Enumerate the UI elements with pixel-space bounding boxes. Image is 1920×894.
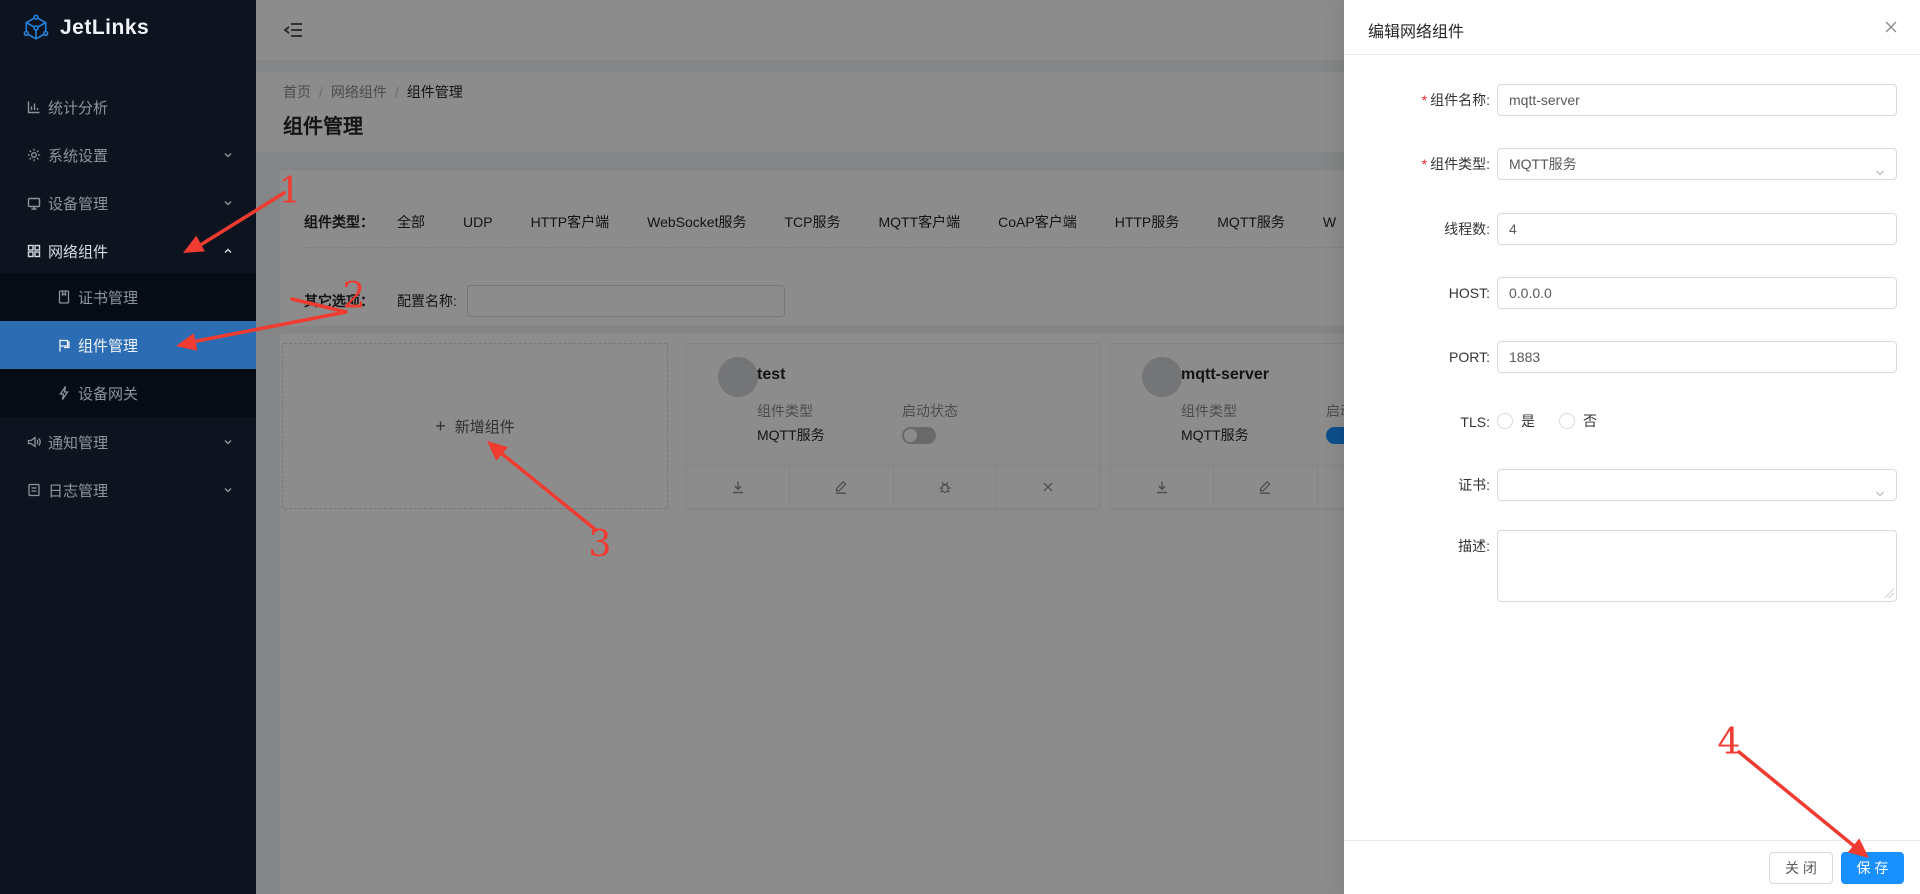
tls-radio-group: 是 否 [1497,411,1613,431]
cert-label: 证书: [1344,469,1490,501]
description-textarea[interactable] [1497,530,1897,602]
tls-label: TLS: [1344,406,1490,438]
sidebar-item-notifications[interactable]: 通知管理 [0,418,256,466]
desc-label: 描述: [1344,530,1490,556]
appstore-icon [26,243,42,259]
sidebar: JetLinks 统计分析 系统设置 设备管理 网络组件 证书管理 [0,0,256,894]
chevron-down-icon [222,436,234,448]
lightning-icon [56,385,72,401]
field-row-desc: 描述: [1344,530,1920,602]
chevron-down-icon [222,484,234,496]
drawer-header: 编辑网络组件 [1344,0,1920,55]
edit-network-component-drawer: 编辑网络组件 *组件名称: *组件类型: MQTT服务 线程数: HOST: P… [1344,0,1920,894]
drawer-mask[interactable] [256,0,1344,894]
close-icon[interactable] [1884,20,1898,34]
host-input[interactable] [1497,277,1897,309]
port-input[interactable] [1497,341,1897,373]
speaker-icon [26,434,42,450]
chevron-down-icon [222,197,234,209]
chevron-down-icon [1874,480,1886,492]
save-button[interactable]: 保 存 [1841,852,1904,884]
field-row-type: *组件类型: MQTT服务 [1344,148,1920,180]
chevron-down-icon [1874,159,1886,171]
sidebar-item-gateways[interactable]: 设备网关 [0,369,256,417]
type-label: *组件类型: [1344,148,1490,180]
port-label: PORT: [1344,341,1490,373]
chevron-down-icon [222,149,234,161]
sidebar-item-certificates[interactable]: 证书管理 [0,273,256,321]
bar-chart-icon [26,99,42,115]
field-row-cert: 证书: [1344,469,1920,501]
tls-no-radio[interactable] [1559,413,1575,429]
component-type-select[interactable]: MQTT服务 [1497,148,1897,180]
sidebar-item-network[interactable]: 网络组件 [0,227,256,275]
tls-yes-label: 是 [1521,411,1535,431]
app-window: JetLinks 统计分析 系统设置 设备管理 网络组件 证书管理 [0,0,1920,894]
field-row-threads: 线程数: [1344,213,1920,245]
gear-icon [26,147,42,163]
certificate-select[interactable] [1497,469,1897,501]
flag-icon [56,337,72,353]
sidebar-item-settings[interactable]: 系统设置 [0,131,256,179]
field-row-name: *组件名称: [1344,84,1920,116]
logo[interactable]: JetLinks [22,14,149,42]
drawer-title: 编辑网络组件 [1368,18,1464,42]
threads-label: 线程数: [1344,213,1490,245]
tls-no-label: 否 [1583,411,1597,431]
name-label: *组件名称: [1344,84,1490,116]
certificate-icon [56,289,72,305]
log-icon [26,482,42,498]
host-label: HOST: [1344,277,1490,309]
sidebar-item-devices[interactable]: 设备管理 [0,179,256,227]
device-icon [26,195,42,211]
sidebar-item-components[interactable]: 组件管理 [0,321,256,369]
jetlinks-cube-icon [22,14,50,42]
chevron-up-icon [222,245,234,257]
sidebar-item-logs[interactable]: 日志管理 [0,466,256,514]
drawer-footer: 关 闭 保 存 [1344,840,1920,894]
field-row-port: PORT: [1344,341,1920,373]
field-row-tls: TLS: 是 否 [1344,406,1920,438]
threads-input[interactable] [1497,213,1897,245]
field-row-host: HOST: [1344,277,1920,309]
sidebar-item-stats[interactable]: 统计分析 [0,83,256,131]
tls-yes-radio[interactable] [1497,413,1513,429]
app-title: JetLinks [60,16,149,40]
component-name-input[interactable] [1497,84,1897,116]
close-button[interactable]: 关 闭 [1769,852,1833,884]
